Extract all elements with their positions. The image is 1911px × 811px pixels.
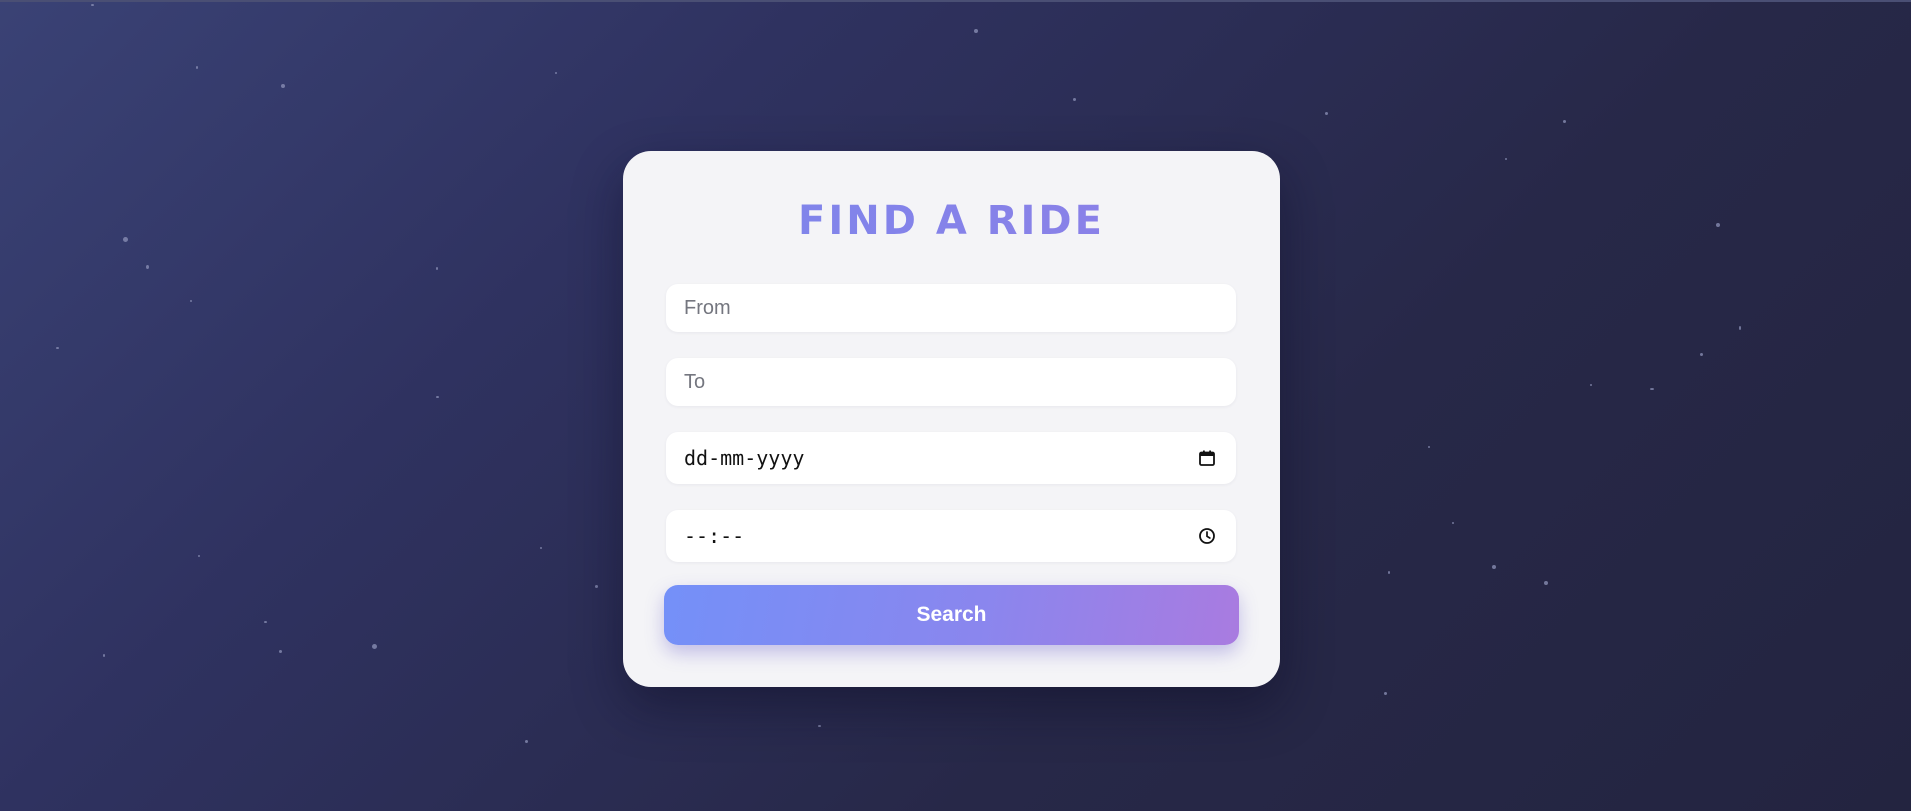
card-title: FIND A RIDE [623, 198, 1280, 244]
to-placeholder: To [684, 370, 706, 393]
from-input[interactable]: From [666, 284, 1236, 332]
calendar-icon[interactable] [1198, 449, 1216, 467]
to-input[interactable]: To [666, 358, 1236, 406]
date-input[interactable]: dd-mm-yyyy [666, 432, 1236, 484]
clock-icon[interactable] [1198, 527, 1216, 545]
time-input[interactable]: --:-- [666, 510, 1236, 562]
time-value: --:-- [684, 524, 745, 548]
from-placeholder: From [684, 296, 731, 319]
find-ride-card: FIND A RIDE From To dd-mm-yyyy --:-- Sea… [623, 151, 1280, 687]
date-value: dd-mm-yyyy [684, 446, 805, 470]
search-button[interactable]: Search [664, 585, 1239, 645]
